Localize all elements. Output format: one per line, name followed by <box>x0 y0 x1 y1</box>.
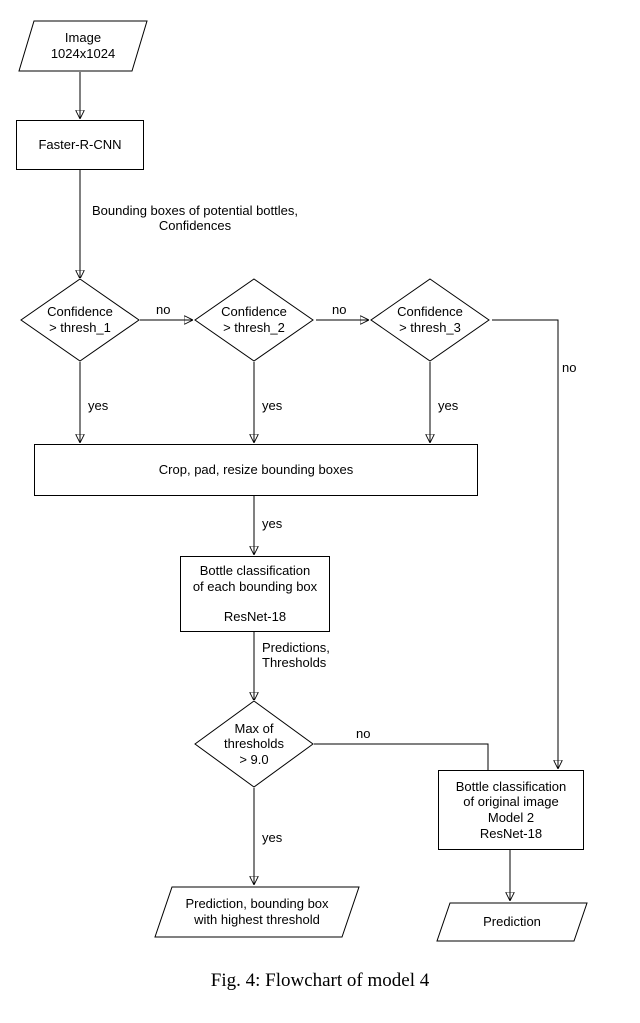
node-faster-rcnn: Faster-R-CNN <box>16 120 144 170</box>
clso-l4: ResNet-18 <box>480 826 542 842</box>
edge-label-bounding-boxes: Bounding boxes of potential bottles, Con… <box>92 203 298 233</box>
frcnn-label: Faster-R-CNN <box>38 137 121 153</box>
clsbb-l3: ResNet-18 <box>224 609 286 625</box>
crop-label: Crop, pad, resize bounding boxes <box>159 462 353 478</box>
pt-l2: Thresholds <box>262 655 330 670</box>
label-crop-yes: yes <box>262 516 282 531</box>
node-output-prediction-bbox: Prediction, bounding box with highest th… <box>154 886 360 938</box>
flowchart-canvas: Image 1024x1024 Faster-R-CNN Bounding bo… <box>0 0 640 1023</box>
bb-label-2: Confidences <box>92 218 298 233</box>
node-decision-thresh2: Confidence > thresh_2 <box>194 278 314 362</box>
d1-l1: Confidence <box>47 304 113 320</box>
label-d1-no: no <box>156 302 170 317</box>
label-d4-no: no <box>356 726 370 741</box>
node-output-prediction: Prediction <box>436 902 588 942</box>
label-d3-no: no <box>562 360 576 375</box>
outl-l1: Prediction, bounding box <box>185 896 328 912</box>
node-classify-original: Bottle classification of original image … <box>438 770 584 850</box>
node-decision-max-thresh: Max of thresholds > 9.0 <box>194 700 314 788</box>
node-crop-pad-resize: Crop, pad, resize bounding boxes <box>34 444 478 496</box>
pt-l1: Predictions, <box>262 640 330 655</box>
label-d2-no: no <box>332 302 346 317</box>
d1-l2: > thresh_1 <box>47 320 113 336</box>
clsbb-l1: Bottle classification <box>193 563 317 579</box>
node-decision-thresh3: Confidence > thresh_3 <box>370 278 490 362</box>
bb-label-1: Bounding boxes of potential bottles, <box>92 203 298 218</box>
figure-caption: Fig. 4: Flowchart of model 4 <box>0 970 640 992</box>
label-d1-yes: yes <box>88 398 108 413</box>
clso-l1: Bottle classification <box>456 779 567 795</box>
clsbb-l2: of each bounding box <box>193 579 317 595</box>
outl-l2: with highest threshold <box>185 912 328 928</box>
d4-l2: thresholds <box>224 736 284 752</box>
d2-l1: Confidence <box>221 304 287 320</box>
input-line1: Image <box>51 30 115 46</box>
label-d3-yes: yes <box>438 398 458 413</box>
outr-l1: Prediction <box>483 914 541 930</box>
clso-l3: Model 2 <box>488 810 534 826</box>
d2-l2: > thresh_2 <box>221 320 287 336</box>
d4-l1: Max of <box>224 721 284 737</box>
d3-l1: Confidence <box>397 304 463 320</box>
node-input-image: Image 1024x1024 <box>18 20 148 72</box>
clso-l2: of original image <box>463 794 558 810</box>
label-d2-yes: yes <box>262 398 282 413</box>
d4-l3: > 9.0 <box>224 752 284 768</box>
label-d4-yes: yes <box>262 830 282 845</box>
node-decision-thresh1: Confidence > thresh_1 <box>20 278 140 362</box>
edge-label-pred-thresh: Predictions, Thresholds <box>262 640 330 670</box>
input-line2: 1024x1024 <box>51 46 115 62</box>
d3-l2: > thresh_3 <box>397 320 463 336</box>
node-classify-bbox: Bottle classification of each bounding b… <box>180 556 330 632</box>
